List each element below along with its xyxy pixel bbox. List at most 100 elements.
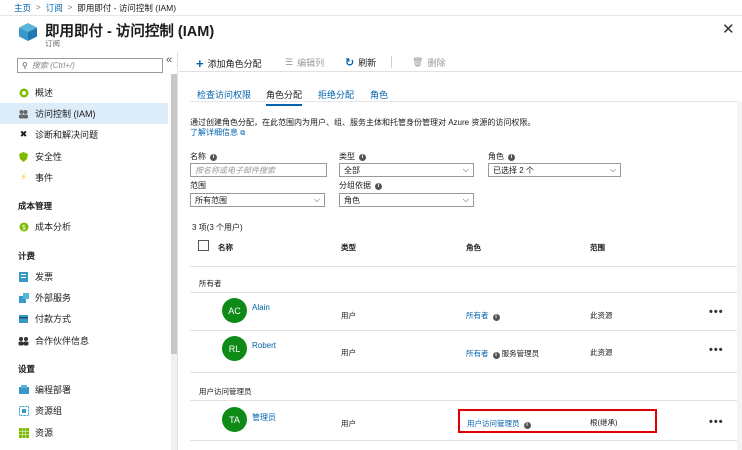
group-header-user-access-admin: 用户访问管理员 [199, 387, 252, 396]
info-icon[interactable]: i [359, 154, 366, 161]
command-bar [179, 52, 742, 72]
sidebar-item-security[interactable]: 安全性 [0, 146, 168, 167]
chevron-down-icon: ⌵ [609, 165, 616, 174]
role-link[interactable]: 所有者 [466, 349, 489, 358]
sidebar-item-overview[interactable]: 概述 [0, 82, 168, 103]
column-header-role[interactable]: 角色 [466, 242, 481, 253]
name-search-placeholder: 按名称或电子邮件搜索 [195, 165, 275, 175]
deployment-icon [18, 384, 29, 395]
sidebar-item-label: 成本分析 [35, 222, 72, 232]
scope-dropdown-value: 所有范围 [195, 195, 227, 205]
tab-role-assignments[interactable]: 角色分配 [266, 88, 303, 106]
role-filter-label: 角色 i [488, 151, 515, 162]
column-header-type[interactable]: 类型 [341, 242, 356, 253]
avatar: RL [222, 336, 247, 361]
info-icon[interactable]: i [492, 314, 500, 321]
name-search-input[interactable]: 按名称或电子邮件搜索 [190, 163, 327, 177]
tab-check-access[interactable]: 检查访问权限 [197, 88, 251, 101]
delete-button[interactable]: 🗑 删除 [412, 56, 445, 69]
column-header-scope[interactable]: 范围 [590, 242, 605, 253]
sidebar-item-events[interactable]: ⚡ 事件 [0, 167, 168, 188]
user-name-link[interactable]: 管理员 [252, 412, 276, 423]
refresh-label: 刷新 [358, 58, 377, 68]
sidebar-item-deployments[interactable]: 编程部署 [0, 379, 168, 400]
sidebar-item-iam[interactable]: 访问控制 (IAM) [0, 103, 168, 124]
sidebar-item-external-services[interactable]: 外部服务 [0, 287, 168, 308]
page-title: 即用即付 - 访问控制 (IAM) [45, 24, 215, 40]
user-name-link[interactable]: Alain [252, 303, 270, 312]
scope-dropdown[interactable]: 所有范围 ⌵ [190, 193, 325, 207]
external-services-icon [18, 292, 29, 303]
sidebar-item-label: 安全性 [35, 152, 63, 162]
sidebar-item-invoices[interactable]: 发票 [0, 266, 168, 287]
divider [190, 266, 738, 267]
type-dropdown-value: 全部 [344, 165, 360, 175]
sidebar-item-partner-info[interactable]: 合作伙伴信息 [0, 330, 168, 351]
people-icon [18, 108, 29, 119]
svg-text:$: $ [21, 223, 25, 231]
toolbar-divider [391, 56, 392, 68]
tab-roles[interactable]: 角色 [370, 88, 388, 101]
name-filter-label: 名称 i [190, 151, 217, 162]
scope-filter-label: 范围 [190, 180, 206, 191]
info-icon[interactable]: i [210, 154, 217, 161]
sidebar-item-cost-analysis[interactable]: $ 成本分析 [0, 216, 168, 237]
divider [190, 330, 738, 331]
page-subtitle: 订阅 [45, 39, 60, 48]
sidebar-item-label: 外部服务 [35, 293, 72, 303]
search-input[interactable]: ⚲ 搜索 (Ctrl+/) [17, 58, 163, 73]
refresh-button[interactable]: ↻ 刷新 [345, 56, 376, 69]
chevron-down-icon: ⌵ [313, 195, 320, 204]
type-filter-label-text: 类型 [339, 152, 355, 161]
learn-more-label: 了解详细信息 [190, 128, 238, 137]
group-by-dropdown[interactable]: 角色 ⌵ [339, 193, 474, 207]
role-dropdown-value: 已选择 2 个 [493, 165, 534, 175]
select-all-checkbox[interactable] [198, 240, 209, 251]
edit-columns-button[interactable]: ☰ 编辑列 [285, 56, 324, 69]
row-scope: 此资源 [590, 311, 613, 320]
row-scope: 此资源 [590, 348, 613, 357]
sidebar-item-diagnose[interactable]: ✖ 诊断和解决问题 [0, 124, 168, 145]
sidebar-item-resource-groups[interactable]: 资源组 [0, 400, 168, 421]
search-icon: ⚲ [22, 61, 28, 70]
info-icon[interactable]: i [508, 154, 515, 161]
more-options-icon[interactable]: ••• [709, 416, 724, 428]
delete-label: 删除 [427, 58, 446, 68]
sidebar-item-resources[interactable]: 资源 [0, 422, 168, 443]
info-icon[interactable]: i [375, 183, 382, 190]
sidebar-item-label: 付款方式 [35, 314, 72, 324]
cost-analysis-icon: $ [18, 221, 29, 232]
more-options-icon[interactable]: ••• [709, 306, 724, 318]
add-role-assignment-button[interactable]: + 添加角色分配 [196, 56, 262, 71]
type-dropdown[interactable]: 全部 ⌵ [339, 163, 474, 177]
breadcrumb-subscriptions[interactable]: 订阅 [46, 2, 63, 14]
group-by-label: 分组依据 i [339, 180, 382, 191]
scrollbar-thumb[interactable] [171, 74, 177, 354]
breadcrumb-current: 即用即付 - 访问控制 (IAM) [77, 2, 177, 13]
type-filter-label: 类型 i [339, 151, 366, 162]
sidebar-scrollbar[interactable] [171, 74, 177, 450]
collapse-sidebar-icon[interactable]: « [166, 54, 172, 66]
role-dropdown[interactable]: 已选择 2 个 ⌵ [488, 163, 621, 177]
column-header-name[interactable]: 名称 [218, 242, 233, 253]
content-scrollbar[interactable] [737, 102, 742, 450]
trash-icon: 🗑 [412, 57, 424, 67]
sidebar-item-payment[interactable]: 付款方式 [0, 308, 168, 329]
row-type: 用户 [341, 348, 356, 357]
plus-icon: + [196, 56, 204, 71]
role-extra: 服务管理员 [501, 349, 540, 358]
role-link[interactable]: 所有者 [466, 311, 489, 320]
search-placeholder: 搜索 (Ctrl+/) [31, 61, 75, 70]
invoice-icon [18, 271, 29, 282]
close-icon[interactable]: ✕ [722, 20, 735, 38]
more-options-icon[interactable]: ••• [709, 344, 724, 356]
info-icon[interactable]: i [492, 352, 500, 359]
edit-columns-label: 编辑列 [297, 58, 325, 68]
chevron-right-icon: > [36, 3, 41, 12]
sidebar-section-cost: 成本管理 [18, 201, 53, 211]
learn-more-link[interactable]: 了解详细信息 ⧉ [190, 127, 245, 138]
name-filter-label-text: 名称 [190, 152, 206, 161]
breadcrumb-home[interactable]: 主页 [14, 2, 31, 14]
user-name-link[interactable]: Robert [252, 341, 276, 350]
tab-deny-assignments[interactable]: 拒绝分配 [318, 88, 354, 101]
